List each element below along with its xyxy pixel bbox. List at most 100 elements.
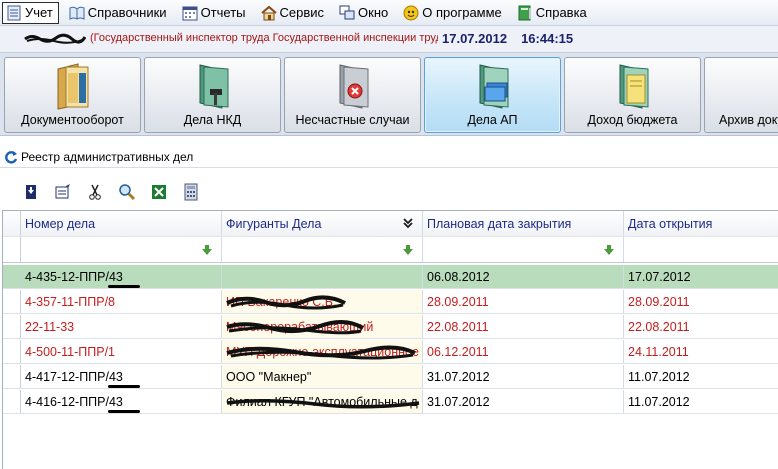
redaction-scribble [226,320,365,335]
module-toolbar: Документооборот Дела НКД Несчастные случ… [0,52,778,136]
column-header-label: Фигуранты Дела [226,216,322,231]
user-status-line: (Государственный инспектор труда Государ… [0,26,778,52]
case-number: 4-500-11-ППР/1 [21,340,222,363]
menu-o-programme[interactable]: О программе [400,2,507,24]
case-planned-close: 06.12.2011 [423,340,624,363]
registry-title: Реестр административных дел [21,149,194,164]
archive-button[interactable]: Архив документов [704,57,778,133]
refresh-icon[interactable] [4,150,18,164]
redaction-scribble [226,295,346,310]
search-icon[interactable] [118,183,136,201]
menu-label: О программе [422,5,502,20]
case-opened: 11.07.2012 [628,369,690,384]
case-figurant: ООО "Макнер" [222,365,423,388]
menu-spravochniki[interactable]: Справочники [66,2,172,24]
case-number: 4-357-11-ППР/8 [21,290,222,313]
table-row[interactable]: 4-500-11-ППР/1 МУП Дорожно-эксплуатацион… [3,340,778,364]
case-planned-close: 06.08.2012 [423,265,624,288]
case-opened: 11.07.2012 [628,394,690,409]
row-indicator [3,390,21,413]
button-label: Доход бюджета [587,113,678,127]
filter-opened[interactable] [624,237,778,262]
ledger-icon [6,5,22,21]
archive-binder-icon [765,61,778,111]
menu-label: Окно [358,5,389,20]
accidents-button[interactable]: Несчастные случаи [284,57,421,133]
menu-label: Справочники [87,5,167,20]
menu-label: Справка [535,5,587,20]
button-label: Дела АП [467,113,518,127]
filter-indicator [3,237,21,262]
case-planned-close: 28.09.2011 [423,290,624,313]
home-icon [260,5,277,21]
case-opened: 28.09.2011 [628,294,690,309]
column-header-opened[interactable]: Дата открытия [624,211,778,236]
help-book-icon [517,5,533,21]
info-icon [403,5,419,21]
menu-otchety[interactable]: Отчеты [179,2,251,24]
menu-servis[interactable]: Сервис [258,2,330,24]
case-planned-close: 31.07.2012 [423,365,624,388]
folder-warning-icon [339,64,368,109]
marker-underline [108,410,140,413]
table-row[interactable]: 4-357-11-ППР/8 ИП Вакаренко С.Б. 28.09.2… [3,290,778,314]
row-indicator [3,290,21,313]
case-figurant [222,265,423,288]
grid-header: Номер дела Фигуранты Дела Плановая дата … [3,211,778,237]
column-header-planned-close[interactable]: Плановая дата закрытия [423,211,624,236]
button-label: Несчастные случаи [295,113,410,127]
column-header-number[interactable]: Номер дела [21,211,222,236]
current-date: 17.07.2012 [442,31,508,46]
menu-uchet[interactable]: Учет [2,1,59,24]
folder-documents-icon [479,64,508,109]
menu-bar: Учет Справочники Отчеты Сервис Окно О пр… [0,0,778,26]
row-indicator [3,340,21,363]
menu-okno[interactable]: Окно [336,2,393,24]
calendar-icon [182,5,198,21]
filter-number[interactable] [21,237,222,262]
button-label: Архив документов [719,113,778,127]
edit-icon[interactable] [54,183,72,201]
redaction-scribble [226,399,420,409]
nkd-cases-button[interactable]: Дела НКД [144,57,281,133]
redaction-scribble [24,33,86,44]
column-header-figurants[interactable]: Фигуранты Дела [222,211,423,236]
cut-icon[interactable] [86,183,104,201]
filter-arrow-icon[interactable] [202,245,212,255]
windows-icon [339,5,355,21]
row-indicator [3,365,21,388]
table-row[interactable]: 4-417-12-ППР/43 ООО "Макнер" 31.07.2012 … [3,365,778,389]
filter-planned-close[interactable] [423,237,624,262]
current-datetime: 17.07.2012 16:44:15 [438,31,574,46]
filter-row [3,237,778,263]
registry-toolbar [0,178,778,206]
inspector-info: (Государственный инспектор труда Государ… [90,32,449,44]
case-opened: 22.08.2011 [628,319,690,334]
menu-spravka[interactable]: Справка [514,2,592,24]
row-indicator-header [3,211,21,236]
filter-arrow-icon[interactable] [403,245,413,255]
folder-hammer-icon [199,64,228,109]
excel-icon[interactable] [150,183,168,201]
docflow-button[interactable]: Документооборот [4,57,141,133]
case-planned-close: 31.07.2012 [423,390,624,413]
table-row[interactable]: 4-435-12-ППР/43 06.08.2012 17.07.2012 [3,265,778,289]
marker-underline [108,385,140,388]
table-row[interactable]: 4-416-12-ППР/43 Филиал КГУП "Автомобильн… [3,390,778,414]
binder-folder-icon [57,63,88,110]
button-label: Документооборот [21,113,124,127]
menu-label: Сервис [279,5,325,20]
admin-cases-button[interactable]: Дела АП [424,57,561,133]
menu-label: Учет [25,5,53,20]
folder-coins-icon [619,64,648,109]
marker-underline [108,285,140,288]
filter-arrow-icon[interactable] [604,245,614,255]
double-chevron-down-icon[interactable] [402,217,414,229]
budget-income-button[interactable]: Доход бюджета [564,57,701,133]
case-opened: 24.11.2011 [628,344,689,359]
filter-figurants[interactable] [222,237,423,262]
table-row[interactable]: 22-11-33 Мясоперерабатывающий 22.08.2011… [3,315,778,339]
calculator-icon[interactable] [182,183,200,201]
case-opened: 17.07.2012 [628,269,691,284]
download-icon[interactable] [22,183,40,201]
